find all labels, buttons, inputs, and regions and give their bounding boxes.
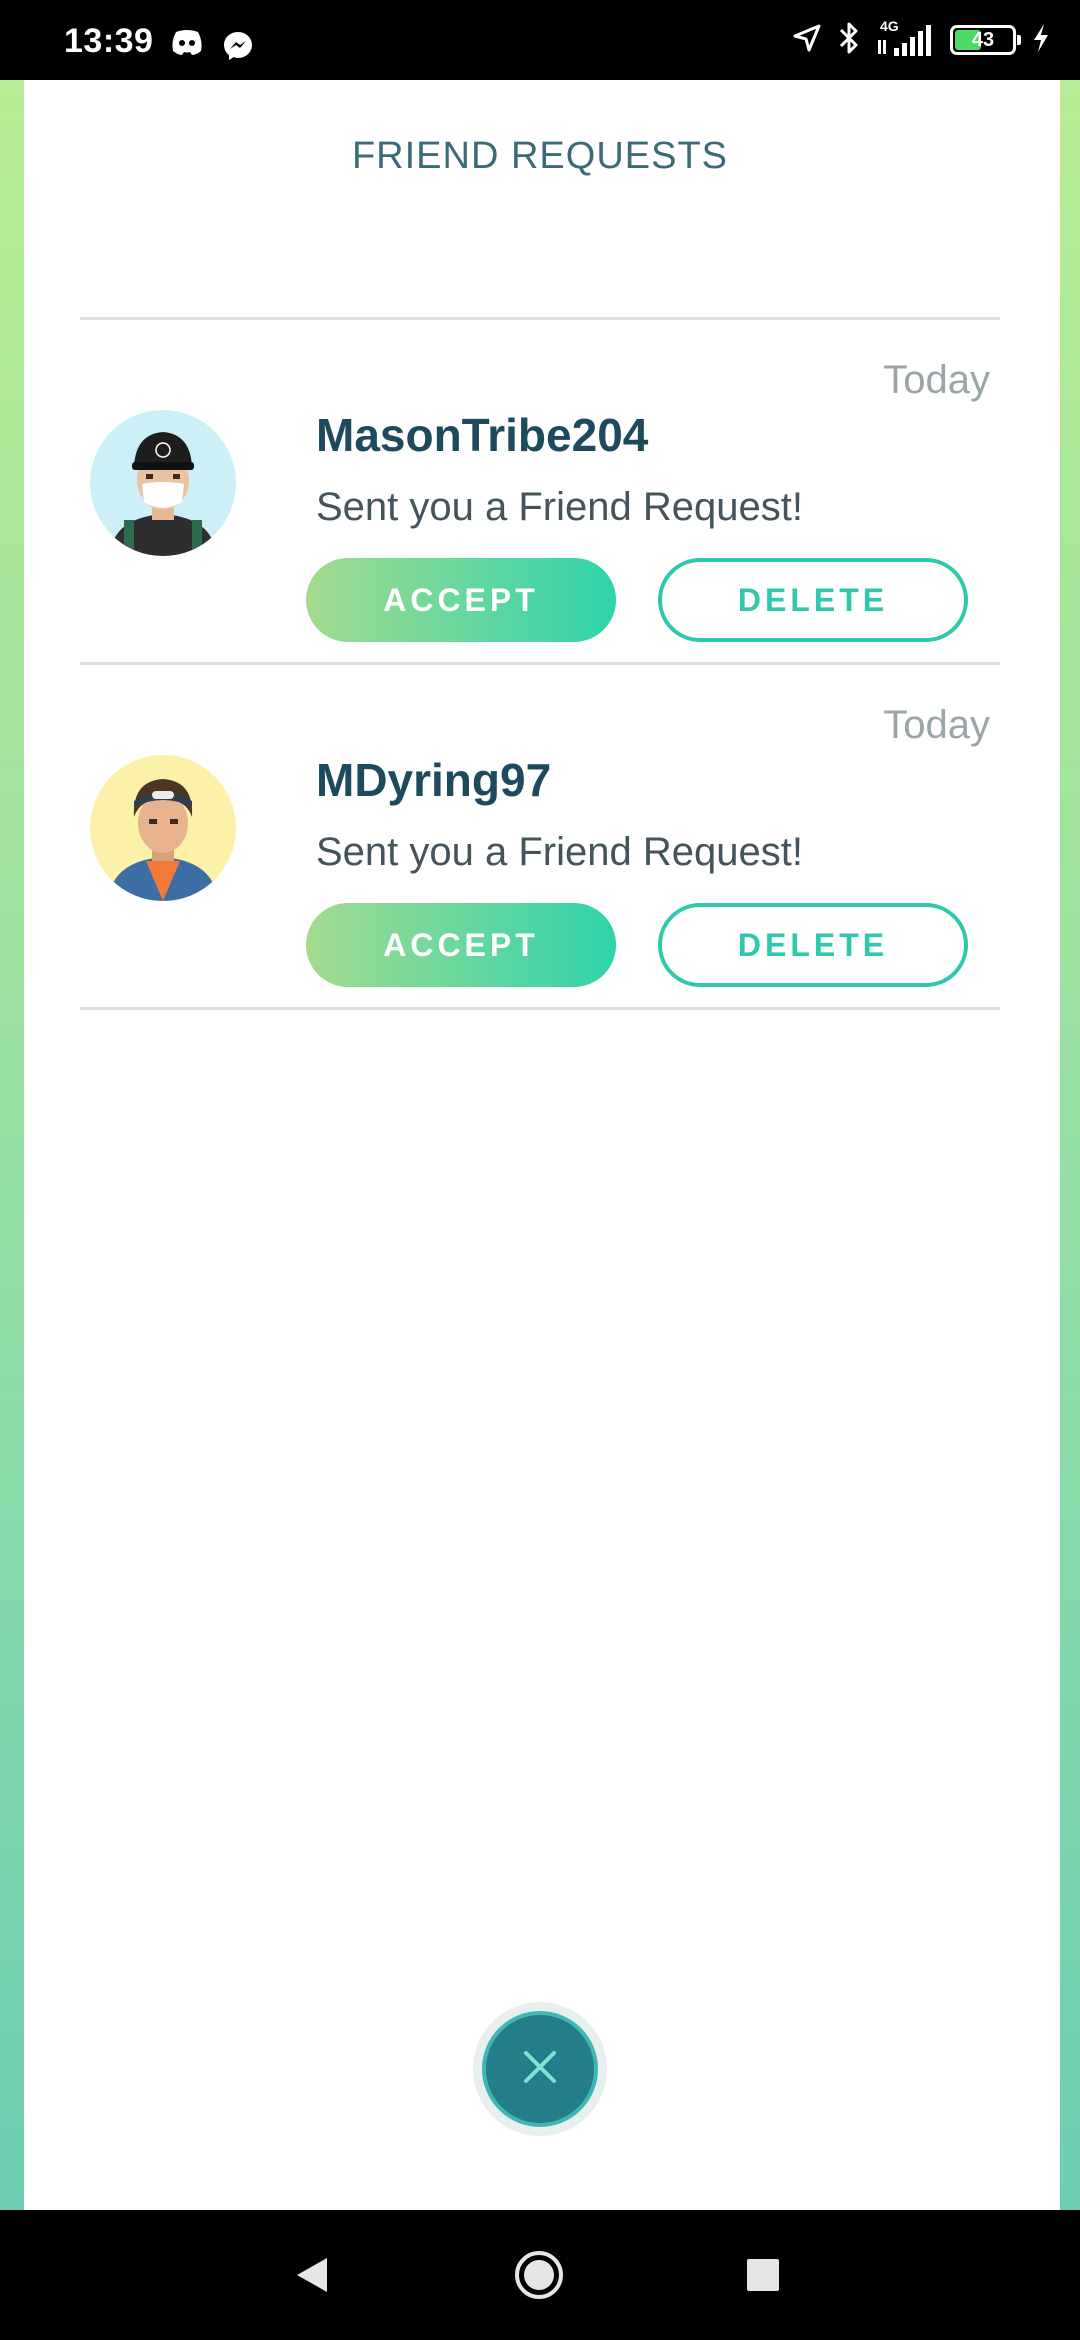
avatar[interactable] <box>90 410 236 556</box>
request-date: Today <box>883 703 990 747</box>
requester-name: MDyring97 <box>316 754 552 806</box>
battery-level: 43 <box>971 28 995 51</box>
recents-icon[interactable] <box>746 2210 780 2340</box>
page-title: FRIEND REQUESTS <box>351 135 729 177</box>
request-message: Sent you a Friend Request! <box>316 830 803 874</box>
back-icon[interactable] <box>294 2210 330 2340</box>
home-icon[interactable] <box>512 2210 566 2340</box>
avatar[interactable] <box>90 755 236 901</box>
discord-icon <box>170 28 204 61</box>
divider <box>80 1007 1000 1010</box>
close-button-inner[interactable] <box>482 2011 598 2127</box>
accept-button[interactable]: ACCEPT <box>306 903 616 987</box>
close-button[interactable] <box>473 2002 607 2136</box>
accept-button[interactable]: ACCEPT <box>306 558 616 642</box>
navigation-bar <box>0 2210 1080 2340</box>
request-date: Today <box>883 358 990 402</box>
status-time: 13:39 <box>64 22 154 60</box>
friend-request-row: Today MDyring97 Sent you a Friend Reques… <box>80 665 1000 1010</box>
requester-name: MasonTribe204 <box>316 409 649 461</box>
delete-button[interactable]: DELETE <box>658 903 968 987</box>
messenger-icon <box>222 30 254 67</box>
close-icon <box>520 2047 560 2092</box>
location-icon <box>792 23 822 58</box>
request-message: Sent you a Friend Request! <box>316 485 803 529</box>
status-bar: 13:39 4G 43 <box>0 0 1080 80</box>
delete-button[interactable]: DELETE <box>658 558 968 642</box>
charging-icon <box>1032 23 1050 58</box>
battery-icon: 43 <box>950 25 1021 55</box>
signal-icon: 4G <box>876 18 934 58</box>
friend-request-row: Today MasonTribe204 Sent you a Friend Re… <box>80 320 1000 665</box>
bluetooth-icon <box>838 21 860 60</box>
